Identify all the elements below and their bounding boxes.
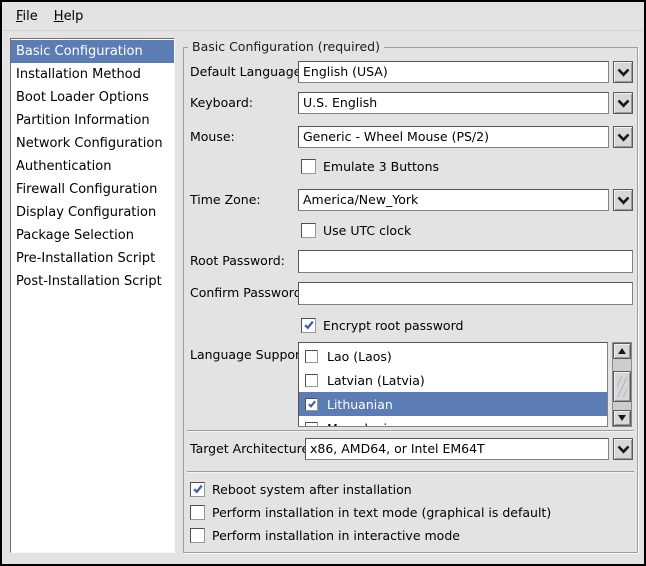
list-item-lithuanian[interactable]: Lithuanian (299, 392, 607, 416)
chevron-down-icon (617, 68, 630, 77)
reboot-after-install-checkbox[interactable]: Reboot system after installation (190, 481, 412, 497)
mouse-label: Mouse: (190, 126, 235, 148)
encrypt-root-password-label: Encrypt root password (323, 318, 463, 333)
target-architecture-value[interactable]: x86, AMD64, or Intel EM64T (305, 438, 609, 460)
default-language-label: Default Language: (190, 61, 306, 83)
sidebar-item-pre-installation-script[interactable]: Pre-Installation Script (11, 247, 174, 270)
emulate-3-buttons-checkbox[interactable]: Emulate 3 Buttons (301, 158, 439, 174)
menubar: File Help (2, 2, 644, 31)
default-language-dropdown-button[interactable] (613, 61, 633, 83)
list-item-label: Lithuanian (327, 397, 393, 412)
menu-file[interactable]: File (8, 5, 46, 28)
time-zone-dropdown-button[interactable] (613, 189, 633, 211)
chevron-down-icon (617, 196, 630, 205)
time-zone-label: Time Zone: (190, 189, 261, 211)
target-architecture-label: Target Architecture: (190, 438, 313, 460)
kickstart-configurator-window: File Help Basic Configuration Installati… (0, 0, 646, 566)
use-utc-clock-label: Use UTC clock (323, 223, 411, 238)
checkbox-icon (190, 482, 205, 497)
list-item-lao[interactable]: Lao (Laos) (299, 344, 607, 368)
menu-file-label: ile (23, 9, 38, 24)
separator (187, 471, 634, 473)
interactive-install-label: Perform installation in interactive mode (212, 528, 460, 543)
menu-help-label: elp (64, 9, 84, 24)
scroll-up-button[interactable] (613, 343, 631, 359)
language-support-label: Language Support: (190, 344, 309, 366)
checkbox-icon (301, 223, 316, 238)
list-item-latvian[interactable]: Latvian (Latvia) (299, 368, 607, 392)
basic-configuration-panel: Basic Configuration (required) Default L… (183, 47, 638, 553)
mouse-dropdown-button[interactable] (613, 126, 633, 148)
text-mode-install-label: Perform installation in text mode (graph… (212, 505, 551, 520)
root-password-label: Root Password: (190, 250, 285, 272)
chevron-down-icon (617, 133, 630, 142)
list-item-label: Latvian (Latvia) (327, 373, 425, 388)
check-icon (303, 319, 315, 331)
time-zone-value[interactable]: America/New_York (298, 189, 609, 211)
sidebar-item-boot-loader-options[interactable]: Boot Loader Options (11, 86, 174, 109)
sidebar-item-package-selection[interactable]: Package Selection (11, 224, 174, 247)
target-architecture-combo: x86, AMD64, or Intel EM64T (305, 438, 633, 460)
sidebar-item-network-configuration[interactable]: Network Configuration (11, 132, 174, 155)
keyboard-combo: U.S. English (298, 92, 633, 114)
confirm-password-label: Confirm Password: (190, 282, 306, 304)
sidebar-item-installation-method[interactable]: Installation Method (11, 63, 174, 86)
encrypt-root-password-checkbox[interactable]: Encrypt root password (301, 317, 463, 333)
default-language-value[interactable]: English (USA) (298, 61, 609, 83)
time-zone-combo: America/New_York (298, 189, 633, 211)
checkbox-icon[interactable] (305, 422, 318, 428)
list-item-label: Macedonian (327, 421, 403, 428)
language-list-scrollbar[interactable] (612, 342, 632, 427)
checkbox-icon (190, 505, 205, 520)
menu-help-mnemonic: H (54, 9, 64, 24)
use-utc-clock-checkbox[interactable]: Use UTC clock (301, 222, 411, 238)
scrollbar-thumb[interactable] (613, 371, 631, 402)
separator (187, 430, 634, 432)
checkbox-icon[interactable] (305, 398, 318, 411)
emulate-3-buttons-label: Emulate 3 Buttons (323, 159, 439, 174)
sidebar-item-post-installation-script[interactable]: Post-Installation Script (11, 270, 174, 293)
checkbox-icon (301, 159, 316, 174)
reboot-after-install-label: Reboot system after installation (212, 482, 412, 497)
triangle-down-icon (618, 415, 626, 421)
language-support-list: Lao (Laos) Latvian (Latvia) Lithuanian M… (298, 342, 608, 427)
check-icon (192, 483, 204, 495)
sidebar-section-list: Basic Configuration Installation Method … (10, 38, 175, 553)
mouse-combo: Generic - Wheel Mouse (PS/2) (298, 126, 633, 148)
chevron-down-icon (617, 99, 630, 108)
sidebar-item-display-configuration[interactable]: Display Configuration (11, 201, 174, 224)
keyboard-label: Keyboard: (190, 92, 253, 114)
triangle-up-icon (618, 348, 626, 354)
root-password-input[interactable] (298, 250, 633, 273)
target-architecture-dropdown-button[interactable] (613, 438, 633, 460)
menu-help[interactable]: Help (46, 5, 92, 28)
default-language-combo: English (USA) (298, 61, 633, 83)
keyboard-dropdown-button[interactable] (613, 92, 633, 114)
sidebar-item-partition-information[interactable]: Partition Information (11, 109, 174, 132)
panel-title: Basic Configuration (required) (188, 39, 384, 54)
interactive-install-checkbox[interactable]: Perform installation in interactive mode (190, 527, 460, 543)
checkbox-icon[interactable] (305, 374, 318, 387)
keyboard-value[interactable]: U.S. English (298, 92, 609, 114)
check-icon (307, 399, 317, 409)
scroll-down-button[interactable] (613, 410, 631, 426)
checkbox-icon (301, 318, 316, 333)
list-item-label: Lao (Laos) (327, 349, 392, 364)
sidebar-item-firewall-configuration[interactable]: Firewall Configuration (11, 178, 174, 201)
checkbox-icon[interactable] (305, 350, 318, 363)
mouse-value[interactable]: Generic - Wheel Mouse (PS/2) (298, 126, 609, 148)
sidebar-item-basic-configuration[interactable]: Basic Configuration (11, 40, 174, 63)
list-item-macedonian[interactable]: Macedonian (299, 416, 607, 427)
checkbox-icon (190, 528, 205, 543)
sidebar-item-authentication[interactable]: Authentication (11, 155, 174, 178)
text-mode-install-checkbox[interactable]: Perform installation in text mode (graph… (190, 504, 551, 520)
confirm-password-input[interactable] (298, 282, 633, 305)
chevron-down-icon (617, 445, 630, 454)
